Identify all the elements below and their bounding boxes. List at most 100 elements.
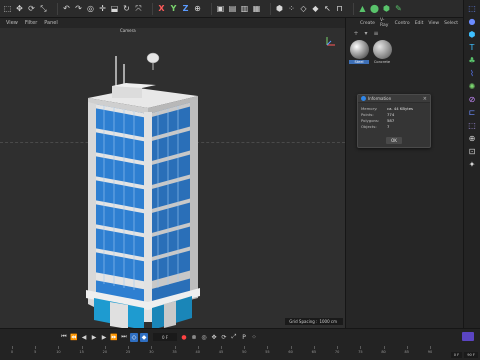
primitive-icon[interactable]: ⬢ bbox=[467, 29, 477, 39]
render-settings-icon[interactable]: ▥ bbox=[239, 3, 250, 15]
spline-pen-icon[interactable]: ⬤ bbox=[369, 3, 380, 15]
ruler-tick bbox=[104, 346, 106, 349]
ok-button[interactable]: OK bbox=[386, 137, 402, 144]
add-material-icon[interactable]: + bbox=[352, 30, 360, 37]
generator-icon[interactable]: ⬢ bbox=[381, 3, 392, 15]
end-frame-field[interactable]: 90 F bbox=[464, 352, 478, 358]
scale-icon[interactable]: ⤡ bbox=[38, 3, 49, 15]
model-mode-icon[interactable]: ⬢ bbox=[274, 3, 285, 15]
stat-key-polygons: Polygons: bbox=[361, 117, 380, 123]
y-axis-lock-icon[interactable]: Y bbox=[168, 3, 179, 15]
menu-create[interactable]: Create bbox=[360, 21, 375, 26]
point-level-key-icon[interactable]: ⁘ bbox=[250, 333, 258, 342]
bend-deformer-icon[interactable]: ⌇ bbox=[467, 68, 477, 78]
sphere-icon[interactable]: ● bbox=[467, 16, 477, 26]
add-object-icon[interactable]: ▲ bbox=[357, 3, 368, 15]
render-view-icon[interactable]: ▣ bbox=[215, 3, 226, 15]
right-vertical-toolbar: ⬚ ● ⬢ T ♣ ⌇ ✺ ⊘ ⊏ ⬚ ⊕ ⊡ ✦ bbox=[463, 0, 480, 328]
previous-frame-icon[interactable]: ◀ bbox=[80, 333, 88, 342]
transform-icon[interactable]: ⤧ bbox=[133, 3, 144, 15]
edges-mode-icon[interactable]: ◇ bbox=[298, 3, 309, 15]
cube-icon[interactable]: ⬚ bbox=[467, 3, 477, 13]
coordinate-system-icon[interactable]: ⊕ bbox=[192, 3, 203, 15]
z-axis-lock-icon[interactable]: Z bbox=[180, 3, 191, 15]
undo-icon[interactable]: ↶ bbox=[61, 3, 72, 15]
x-axis-lock-icon[interactable]: X bbox=[156, 3, 167, 15]
ruler-number: 55 bbox=[265, 350, 270, 354]
rotate-icon[interactable]: ⟳ bbox=[26, 3, 37, 15]
material-list: Steel Concrete bbox=[346, 40, 463, 64]
light-icon[interactable]: ✦ bbox=[467, 159, 477, 169]
select-icon[interactable]: ⬚ bbox=[2, 3, 13, 15]
next-key-icon[interactable]: ⏩ bbox=[110, 333, 118, 342]
toolbar-divider bbox=[57, 2, 58, 15]
scale-key-icon[interactable]: ⤢ bbox=[230, 333, 238, 342]
toolbar-divider bbox=[211, 2, 212, 15]
go-to-start-icon[interactable]: ⏮ bbox=[60, 333, 68, 342]
cloner-icon[interactable]: ♣ bbox=[467, 55, 477, 65]
play-icon[interactable]: ▶ bbox=[90, 333, 98, 342]
menu-contro[interactable]: Contro bbox=[395, 21, 410, 26]
deformer-icon[interactable]: ✎ bbox=[393, 3, 404, 15]
viewport-menu-view[interactable]: View bbox=[6, 20, 18, 26]
material-label-concrete: Concrete bbox=[373, 60, 391, 64]
viewport-menu-filter[interactable]: Filter bbox=[25, 20, 37, 26]
timeline-panel: ⏮ ⏪ ◀ ▶ ▶ ⏩ ⏭ ◇ ◆ 0 F ● ⊗ ◎ ✥ ⟳ ⤢ P ⁘ 0 5… bbox=[0, 328, 480, 360]
autokey-icon[interactable]: ◆ bbox=[140, 332, 148, 342]
close-icon[interactable]: × bbox=[423, 96, 427, 102]
parameter-key-icon[interactable]: P bbox=[240, 333, 248, 342]
record-icon[interactable]: ● bbox=[180, 333, 188, 342]
viewport-menu-panel[interactable]: Panel bbox=[44, 20, 58, 26]
scale-tool-icon[interactable]: ⬓ bbox=[109, 3, 120, 15]
position-key-icon[interactable]: ✥ bbox=[210, 333, 218, 342]
previous-key-icon[interactable]: ⏪ bbox=[70, 333, 78, 342]
current-frame-field[interactable]: 0 F bbox=[153, 333, 177, 341]
ruler-tick bbox=[151, 346, 153, 349]
redo-icon[interactable]: ↷ bbox=[73, 3, 84, 15]
scene-icon[interactable]: ⊏ bbox=[467, 107, 477, 117]
field-icon[interactable]: ⊘ bbox=[467, 94, 477, 104]
camera-icon[interactable]: ⊡ bbox=[467, 146, 477, 156]
menu-select[interactable]: Select bbox=[444, 21, 458, 26]
move-tool-icon[interactable]: ✛ bbox=[97, 3, 108, 15]
stat-value-polygons: 587 bbox=[387, 117, 395, 123]
menu-vray[interactable]: V-Ray bbox=[380, 18, 390, 28]
timeline-ruler[interactable]: 0 5 10 15 20 25 30 35 40 45 50 55 60 65 70 75 80 85 90 bbox=[2, 346, 460, 359]
menu-view[interactable]: View bbox=[428, 21, 439, 26]
material-steel[interactable]: Steel bbox=[349, 40, 369, 64]
live-select-icon[interactable]: ◎ bbox=[85, 3, 96, 15]
material-preview-concrete bbox=[372, 40, 392, 59]
render-picture-viewer-icon[interactable]: ▤ bbox=[227, 3, 238, 15]
tag-icon[interactable]: ⬚ bbox=[467, 120, 477, 130]
start-frame-field[interactable]: 0 F bbox=[450, 352, 463, 358]
axis-mode-icon[interactable]: ↖ bbox=[322, 3, 333, 15]
3d-viewport[interactable]: Camera Grid Spacing: 1000 cm bbox=[0, 28, 345, 328]
snap-icon[interactable]: ⊓ bbox=[334, 3, 345, 15]
keyframe-mode-icon[interactable]: ◇ bbox=[130, 332, 138, 342]
rotation-key-icon[interactable]: ⟳ bbox=[220, 333, 228, 342]
material-concrete[interactable]: Concrete bbox=[372, 40, 392, 64]
points-mode-icon[interactable]: ⁘ bbox=[286, 3, 297, 15]
globe-icon[interactable]: ⊕ bbox=[467, 133, 477, 143]
autokeying-icon[interactable]: ⊗ bbox=[190, 333, 198, 342]
stat-value-points: 774 bbox=[387, 111, 395, 117]
ruler-number: 10 bbox=[56, 350, 61, 354]
rotate-tool-icon[interactable]: ↻ bbox=[121, 3, 132, 15]
keyframe-selection-icon[interactable]: ◎ bbox=[200, 333, 208, 342]
go-to-end-icon[interactable]: ⏭ bbox=[120, 333, 128, 342]
polygons-mode-icon[interactable]: ◆ bbox=[310, 3, 321, 15]
environment-icon[interactable]: ✺ bbox=[467, 81, 477, 91]
material-manager-menu: Create V-Ray Contro Edit View Select bbox=[346, 18, 463, 28]
menu-edit[interactable]: Edit bbox=[415, 21, 424, 26]
material-list-icon[interactable]: ≡ bbox=[372, 30, 380, 37]
material-label-steel: Steel bbox=[349, 60, 369, 64]
render-region-icon[interactable]: ▦ bbox=[251, 3, 262, 15]
move-icon[interactable]: ✥ bbox=[14, 3, 25, 15]
next-frame-icon[interactable]: ▶ bbox=[100, 333, 108, 342]
material-filter-icon[interactable]: ▾ bbox=[362, 30, 370, 37]
text-icon[interactable]: T bbox=[467, 42, 477, 52]
ruler-number: 5 bbox=[34, 350, 37, 354]
stat-key-memory: Memory: bbox=[361, 105, 378, 111]
ruler-number: 65 bbox=[311, 350, 317, 354]
timeline-options-icon[interactable] bbox=[462, 332, 474, 341]
